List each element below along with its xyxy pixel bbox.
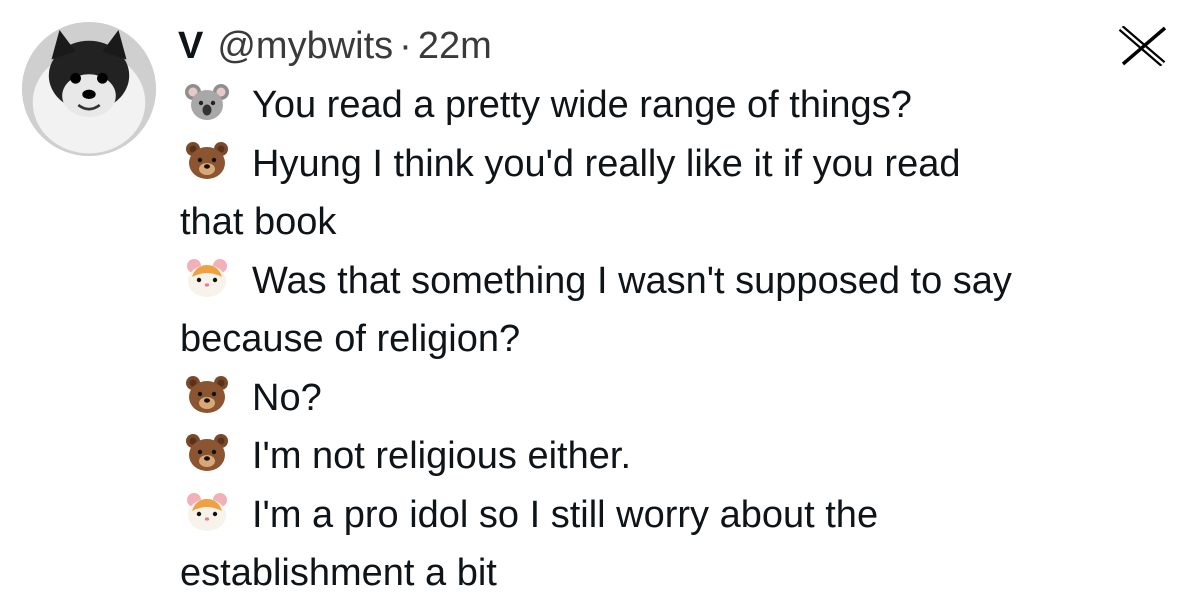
koala-icon [184, 79, 230, 125]
tweet-line-text: Was that something I wasn't supposed to … [252, 259, 1012, 302]
tweet-line-text: I'm not religious either. [252, 435, 631, 477]
author-handle[interactable]: @mybwits [217, 20, 393, 72]
tweet-line: I'm a pro idol so I still worry about th… [180, 486, 1190, 545]
tweet-body: You read a pretty wide range of things? … [180, 76, 1190, 603]
bear-icon [184, 430, 230, 476]
tweet-line-text: because of religion? [180, 318, 521, 360]
avatar[interactable] [22, 22, 156, 156]
hamster-icon [184, 489, 230, 535]
tweet-header: V @mybwits · 22m [178, 20, 492, 72]
tweet-line: Was that something I wasn't supposed to … [180, 252, 1190, 311]
tweet-line: because of religion? [180, 310, 1190, 369]
tweet-line-text: I'm a pro idol so I still worry about th… [252, 493, 879, 536]
bear-icon [184, 138, 230, 184]
bear-icon [184, 372, 230, 418]
tweet-line: No? [180, 369, 1190, 428]
tweet-line-text: You read a pretty wide range of things? [252, 84, 912, 126]
tweet-line: You read a pretty wide range of things? [180, 76, 1190, 135]
dog-avatar-icon [22, 22, 156, 156]
tweet-line: that book [180, 193, 1190, 252]
author-name[interactable]: V [178, 20, 203, 72]
tweet-line-text: Hyung I think you'd really like it if yo… [252, 142, 961, 185]
tweet-line: I'm not religious either. [180, 427, 1190, 486]
x-logo-icon[interactable] [1118, 26, 1170, 66]
tweet-line-text: No? [252, 376, 322, 419]
tweet-line-text: establishment a bit [180, 552, 497, 594]
tweet-line-text: that book [180, 201, 337, 243]
hamster-icon [184, 255, 230, 301]
tweet-line: Hyung I think you'd really like it if yo… [180, 135, 1190, 194]
tweet-line: establishment a bit [180, 544, 1190, 603]
timestamp[interactable]: 22m [418, 20, 492, 72]
separator-dot: · [399, 25, 412, 67]
